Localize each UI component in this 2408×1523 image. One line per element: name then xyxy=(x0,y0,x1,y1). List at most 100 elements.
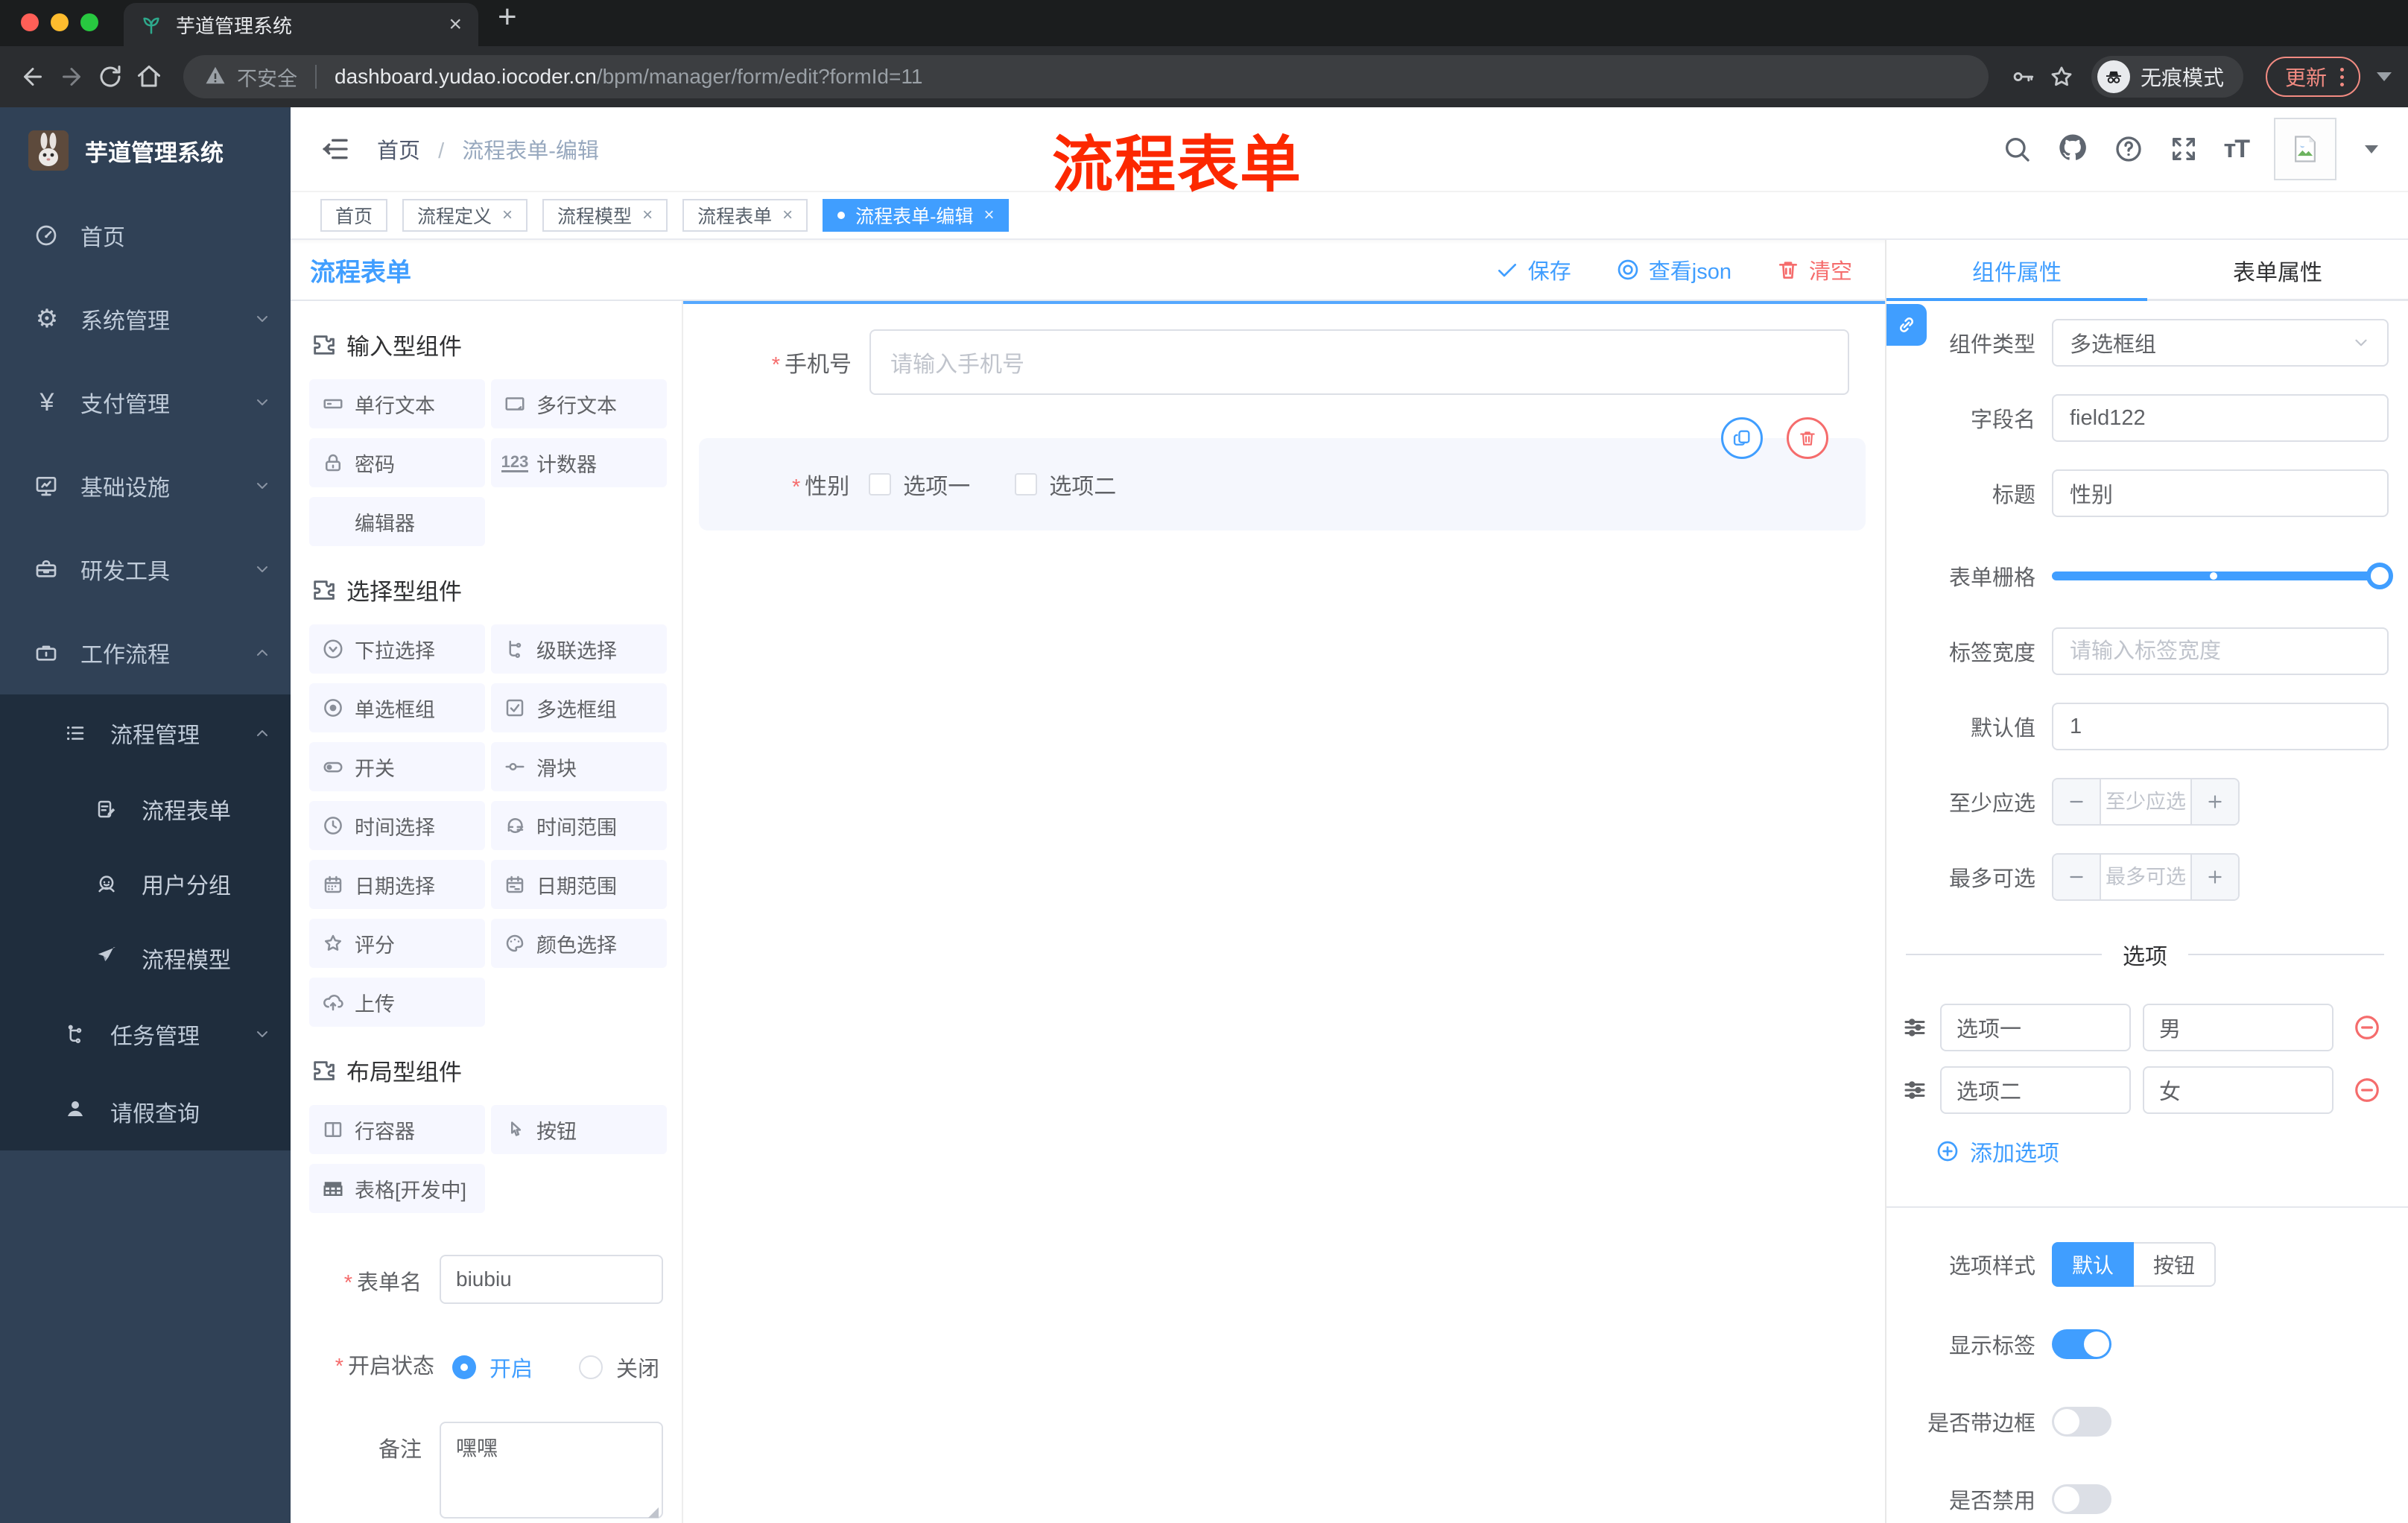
component-item-select[interactable]: 下拉选择 xyxy=(309,624,485,674)
option2-label-input[interactable] xyxy=(1940,1066,2131,1114)
component-item-counter[interactable]: 123 计数器 xyxy=(491,438,667,487)
tag-close-icon[interactable]: × xyxy=(983,205,994,226)
option2-value-input[interactable] xyxy=(2143,1066,2333,1114)
tab-component-props[interactable]: 组件属性 xyxy=(1886,240,2147,301)
field-name-input[interactable] xyxy=(2052,394,2389,442)
tag-close-icon[interactable]: × xyxy=(782,205,793,226)
save-button[interactable]: 保存 xyxy=(1495,254,1571,285)
sidebar-item-system[interactable]: ⚙ 系统管理 xyxy=(0,277,291,361)
canvas-field-phone[interactable]: * 手机号 请输入手机号 xyxy=(703,329,1849,395)
sidebar-item-user-group[interactable]: 用户分组 xyxy=(0,846,291,921)
tag-process-form[interactable]: 流程表单 × xyxy=(682,199,808,232)
tab-close-icon[interactable]: × xyxy=(449,13,462,36)
collapse-menu-icon[interactable] xyxy=(320,134,350,164)
component-item-button[interactable]: 按钮 xyxy=(491,1105,667,1154)
form-remark-textarea[interactable]: 嘿嘿 xyxy=(440,1422,663,1519)
max-select-input[interactable] xyxy=(2101,855,2190,899)
form-grid-slider[interactable] xyxy=(2052,563,2393,589)
breadcrumb-home[interactable]: 首页 xyxy=(377,139,420,163)
slider-thumb[interactable] xyxy=(2366,563,2393,589)
tag-process-model[interactable]: 流程模型 × xyxy=(542,199,668,232)
component-item-date-range[interactable]: 日期范围 xyxy=(491,860,667,909)
label-width-input[interactable] xyxy=(2052,627,2389,675)
stepper-minus-button[interactable] xyxy=(2053,779,2101,824)
reload-icon[interactable] xyxy=(94,60,127,93)
delete-component-button[interactable] xyxy=(1787,417,1828,459)
browser-update-button[interactable]: 更新 xyxy=(2265,57,2360,97)
drag-handle-icon[interactable] xyxy=(1901,1014,1928,1041)
clear-button[interactable]: 清空 xyxy=(1776,254,1852,285)
back-icon[interactable] xyxy=(16,60,49,93)
component-type-select[interactable]: 多选框组 xyxy=(2052,319,2389,367)
style-default-button[interactable]: 默认 xyxy=(2052,1242,2134,1287)
sidebar-item-workflow[interactable]: 工作流程 xyxy=(0,611,291,694)
default-value-input[interactable] xyxy=(2052,703,2389,750)
component-item-checkbox-group[interactable]: 多选框组 xyxy=(491,683,667,732)
view-json-button[interactable]: 查看json xyxy=(1616,254,1731,285)
stepper-plus-button[interactable] xyxy=(2190,855,2238,899)
fullscreen-icon[interactable] xyxy=(2169,134,2199,164)
title-input[interactable] xyxy=(2052,469,2389,517)
tag-close-icon[interactable]: × xyxy=(642,205,653,226)
component-item-row-container[interactable]: 行容器 xyxy=(309,1105,485,1154)
tag-close-icon[interactable]: × xyxy=(502,205,513,226)
status-off-radio[interactable] xyxy=(579,1355,603,1379)
tag-process-definition[interactable]: 流程定义 × xyxy=(402,199,528,232)
form-name-input[interactable] xyxy=(440,1255,663,1304)
remove-option-button[interactable] xyxy=(2353,1013,2381,1042)
stepper-minus-button[interactable] xyxy=(2053,855,2101,899)
sidebar-item-payment[interactable]: ¥ 支付管理 xyxy=(0,361,291,444)
gender-option2-label[interactable]: 选项二 xyxy=(1049,468,1116,501)
window-controls[interactable] xyxy=(21,13,98,31)
tag-home[interactable]: 首页 xyxy=(320,199,388,232)
font-size-icon[interactable]: тT xyxy=(2224,135,2250,164)
gender-option2-checkbox[interactable] xyxy=(1015,473,1038,495)
search-icon[interactable] xyxy=(2002,134,2032,164)
component-item-single-line-text[interactable]: 单行文本 xyxy=(309,379,485,428)
option1-value-input[interactable] xyxy=(2143,1004,2333,1051)
tab-form-props[interactable]: 表单属性 xyxy=(2147,240,2408,301)
style-button-button[interactable]: 按钮 xyxy=(2134,1242,2216,1287)
sidebar-item-task-management[interactable]: 任务管理 xyxy=(0,995,291,1073)
status-on-radio[interactable] xyxy=(452,1355,476,1379)
sidebar-item-process-management[interactable]: 流程管理 xyxy=(0,694,291,772)
bookmark-star-icon[interactable] xyxy=(2045,60,2078,93)
component-item-table[interactable]: 表格[开发中] xyxy=(309,1164,485,1213)
sidebar-item-leave-query[interactable]: 请假查询 xyxy=(0,1073,291,1150)
stepper-plus-button[interactable] xyxy=(2190,779,2238,824)
border-toggle[interactable] xyxy=(2052,1407,2111,1437)
component-item-password[interactable]: 密码 xyxy=(309,438,485,487)
browser-menu-icon[interactable] xyxy=(2340,67,2344,86)
drag-handle-icon[interactable] xyxy=(1901,1077,1928,1104)
component-item-textarea[interactable]: 多行文本 xyxy=(491,379,667,428)
sidebar-item-infrastructure[interactable]: 基础设施 xyxy=(0,444,291,528)
github-icon[interactable] xyxy=(2057,132,2088,167)
password-key-icon[interactable] xyxy=(2006,60,2039,93)
textarea-resize-handle[interactable] xyxy=(648,1507,659,1518)
avatar-dropdown-caret-icon[interactable] xyxy=(2365,145,2378,153)
component-item-rate[interactable]: 评分 xyxy=(309,919,485,968)
form-canvas[interactable]: * 手机号 请输入手机号 * 性别 选项一 选项二 xyxy=(683,301,1885,1523)
help-icon[interactable] xyxy=(2114,134,2144,164)
gender-option1-label[interactable]: 选项一 xyxy=(903,468,970,501)
data-binding-link-button[interactable] xyxy=(1886,304,1927,346)
component-item-color-picker[interactable]: 颜色选择 xyxy=(491,919,667,968)
sidebar-item-devtools[interactable]: 研发工具 xyxy=(0,528,291,611)
gender-option1-checkbox[interactable] xyxy=(869,473,892,495)
home-icon[interactable] xyxy=(133,60,165,93)
status-off-label[interactable]: 关闭 xyxy=(616,1352,659,1383)
tag-process-form-edit[interactable]: 流程表单-编辑 × xyxy=(823,199,1010,232)
component-item-editor[interactable]: 编辑器 xyxy=(309,497,485,546)
phone-field-input[interactable]: 请输入手机号 xyxy=(869,329,1849,395)
sidebar-item-process-model[interactable]: 流程模型 xyxy=(0,921,291,995)
remove-option-button[interactable] xyxy=(2353,1076,2381,1104)
component-item-date-picker[interactable]: 日期选择 xyxy=(309,860,485,909)
status-on-label[interactable]: 开启 xyxy=(489,1352,533,1383)
disabled-toggle[interactable] xyxy=(2052,1484,2111,1514)
show-label-toggle[interactable] xyxy=(2052,1329,2111,1359)
toolbar-caret-icon[interactable] xyxy=(2377,72,2392,81)
sidebar-item-process-form[interactable]: 流程表单 xyxy=(0,772,291,846)
new-tab-button[interactable]: + xyxy=(498,0,517,36)
minimize-window-button[interactable] xyxy=(51,13,69,31)
add-option-button[interactable]: 添加选项 xyxy=(1936,1135,2389,1168)
